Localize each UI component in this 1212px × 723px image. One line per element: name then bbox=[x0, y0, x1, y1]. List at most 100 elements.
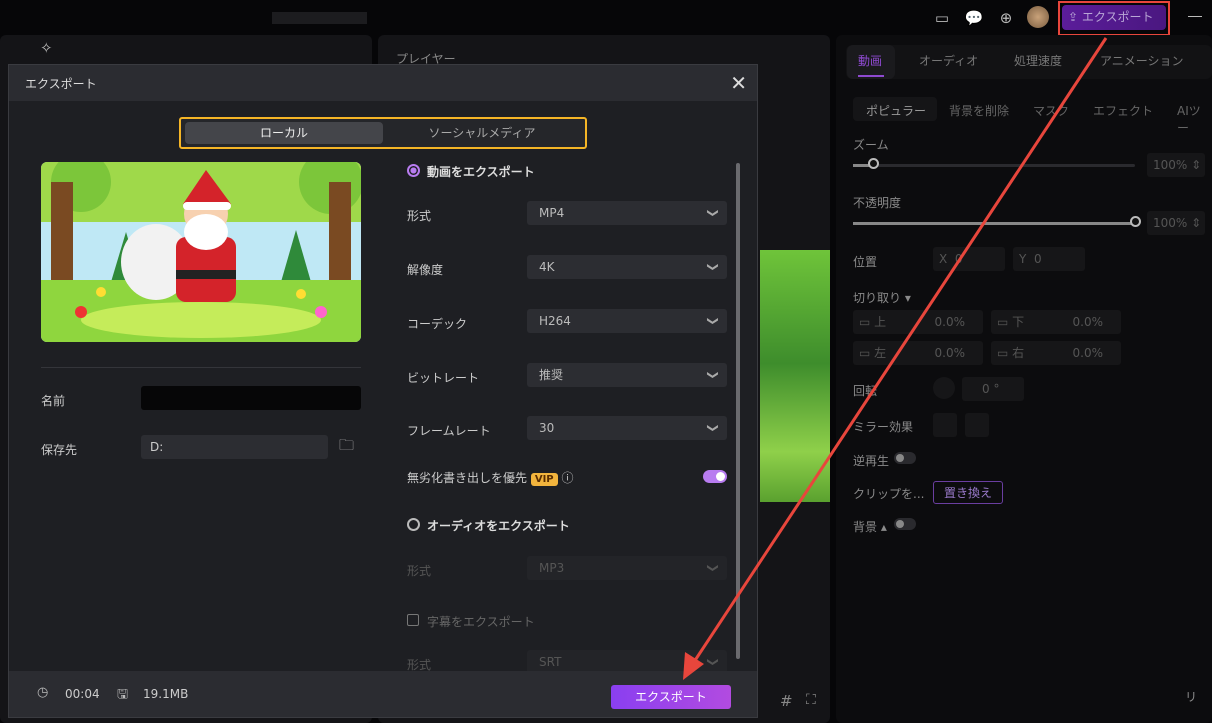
name-input[interactable] bbox=[141, 386, 361, 410]
crop-bottom-input[interactable]: ▭ 下 0.0% bbox=[991, 310, 1121, 334]
annotation-highlight bbox=[1058, 1, 1170, 36]
field-select[interactable]: 30 ❯ bbox=[527, 416, 727, 440]
field-select[interactable]: 4K ❯ bbox=[527, 255, 727, 279]
download-icon[interactable]: ⊕ bbox=[996, 8, 1016, 28]
chevron-down-icon: ❯ bbox=[706, 370, 720, 380]
position-label: 位置 bbox=[853, 255, 878, 269]
background-toggle[interactable] bbox=[894, 518, 916, 530]
subtab-effect[interactable]: エフェクト bbox=[1093, 102, 1153, 119]
clock-icon: ◷ bbox=[37, 685, 49, 700]
mirror-vertical-icon[interactable] bbox=[965, 413, 989, 437]
zoom-slider[interactable] bbox=[853, 164, 1135, 167]
tab-video[interactable]: 動画 bbox=[858, 52, 882, 69]
duration-text: 00:04 bbox=[65, 687, 100, 701]
field-select[interactable]: H264 ❯ bbox=[527, 309, 727, 333]
info-icon[interactable]: ⓘ bbox=[561, 471, 573, 485]
save-location-input[interactable]: D: bbox=[141, 435, 328, 459]
reverse-toggle[interactable] bbox=[894, 452, 916, 464]
subtab-mask[interactable]: マスク bbox=[1033, 102, 1069, 119]
tab-animation[interactable]: アニメーション bbox=[1100, 52, 1184, 69]
dialog-title: エクスポート bbox=[25, 77, 97, 91]
audio-export-label: オーディオをエクスポート bbox=[427, 519, 570, 533]
chevron-down-icon: ❯ bbox=[706, 563, 720, 573]
opacity-label: 不透明度 bbox=[853, 196, 902, 210]
field-label: フレームレート bbox=[407, 424, 491, 438]
video-export-radio[interactable] bbox=[407, 164, 420, 177]
field-label: 解像度 bbox=[407, 263, 444, 277]
subtitle-export-checkbox[interactable] bbox=[407, 614, 419, 626]
zoom-slider-handle[interactable] bbox=[867, 158, 879, 169]
audio-format-label: 形式 bbox=[407, 564, 432, 578]
position-x-input[interactable]: X 0 bbox=[933, 247, 1005, 271]
minimize-icon[interactable] bbox=[1188, 16, 1202, 17]
subtitle-export-label: 字幕をエクスポート bbox=[427, 615, 535, 629]
audio-format-select[interactable]: MP3 ❯ bbox=[527, 556, 727, 580]
chevron-down-icon: ❯ bbox=[706, 423, 720, 433]
subtab-popular[interactable]: ポピュラー bbox=[866, 102, 926, 119]
file-size-icon: 🖫 bbox=[117, 687, 129, 702]
chevron-down-icon: ❯ bbox=[706, 208, 720, 218]
export-button[interactable]: エクスポート bbox=[611, 685, 731, 709]
mirror-label: ミラー効果 bbox=[853, 420, 914, 434]
feedback-icon[interactable]: 💬 bbox=[964, 8, 984, 28]
fullscreen-icon[interactable]: ⛶ bbox=[806, 692, 816, 708]
audio-export-radio[interactable] bbox=[407, 518, 420, 531]
player-preview bbox=[760, 250, 830, 502]
field-select[interactable]: 推奨 ❯ bbox=[527, 363, 727, 387]
name-label: 名前 bbox=[41, 394, 66, 408]
crop-label[interactable]: 切り取り ▾ bbox=[853, 289, 911, 306]
rotate-dial[interactable] bbox=[933, 377, 955, 399]
file-size-text: 19.1MB bbox=[143, 687, 189, 701]
reset-button[interactable]: リ bbox=[1185, 688, 1197, 705]
chevron-down-icon: ❯ bbox=[706, 657, 720, 667]
divider bbox=[41, 367, 361, 368]
zoom-label: ズーム bbox=[853, 138, 889, 152]
field-select[interactable]: MP4 ❯ bbox=[527, 201, 727, 225]
chevron-down-icon: ❯ bbox=[706, 316, 720, 326]
video-thumbnail bbox=[41, 162, 361, 342]
field-label: 形式 bbox=[407, 209, 432, 223]
close-icon[interactable]: ✕ bbox=[730, 71, 747, 95]
tab-audio[interactable]: オーディオ bbox=[919, 52, 978, 69]
subtab-ai-tools[interactable]: AIツー bbox=[1177, 102, 1212, 136]
export-destination-tabs: ローカル ソーシャルメディア bbox=[179, 117, 587, 149]
effects-icon[interactable]: ✧ bbox=[40, 39, 53, 57]
grid-icon[interactable]: # bbox=[780, 692, 793, 710]
export-dialog: エクスポート ✕ ローカル ソーシャルメディア 名前 保存先 D: 🗀 動画をエ… bbox=[8, 64, 758, 718]
opacity-input[interactable]: 100% ⇕ bbox=[1147, 211, 1205, 235]
vip-badge: VIP bbox=[530, 473, 558, 486]
opacity-slider-handle[interactable] bbox=[1130, 216, 1141, 227]
replace-button[interactable]: 置き換え bbox=[933, 481, 1004, 504]
mirror-horizontal-icon[interactable] bbox=[933, 413, 957, 437]
clip-label: クリップを... bbox=[853, 487, 925, 501]
crop-left-input[interactable]: ▭ 左 0.0% bbox=[853, 341, 983, 365]
avatar[interactable] bbox=[1027, 6, 1049, 28]
chevron-down-icon: ❯ bbox=[706, 262, 720, 272]
rotate-label: 回転 bbox=[853, 384, 878, 398]
background-label: 背景 ▴ bbox=[853, 520, 887, 534]
dialog-header: エクスポート ✕ bbox=[9, 65, 757, 101]
video-export-label: 動画をエクスポート bbox=[427, 165, 535, 179]
project-title-redacted bbox=[272, 12, 367, 24]
field-label: ビットレート bbox=[407, 371, 480, 385]
tab-social-media[interactable]: ソーシャルメディア bbox=[383, 122, 581, 144]
reverse-label: 逆再生 bbox=[853, 454, 890, 468]
crop-right-input[interactable]: ▭ 右 0.0% bbox=[991, 341, 1121, 365]
tab-speed[interactable]: 処理速度 bbox=[1014, 52, 1062, 69]
dialog-footer: ◷ 00:04 🖫 19.1MB エクスポート bbox=[9, 671, 757, 717]
opacity-slider[interactable] bbox=[853, 222, 1135, 225]
properties-panel bbox=[836, 35, 1212, 723]
field-label: コーデック bbox=[407, 317, 468, 331]
lossless-toggle[interactable] bbox=[703, 470, 727, 483]
layout-icon[interactable]: ▭ bbox=[932, 8, 952, 28]
scrollbar[interactable] bbox=[736, 163, 740, 659]
save-location-label: 保存先 bbox=[41, 443, 78, 457]
crop-top-input[interactable]: ▭ 上 0.0% bbox=[853, 310, 983, 334]
zoom-input[interactable]: 100% ⇕ bbox=[1147, 153, 1205, 177]
subtab-remove-bg[interactable]: 背景を削除 bbox=[949, 102, 1009, 119]
rotate-input[interactable]: 0 ° bbox=[962, 377, 1024, 401]
lossless-label: 無劣化書き出しを優先 VIP ⓘ bbox=[407, 471, 574, 486]
folder-icon[interactable]: 🗀 bbox=[339, 435, 354, 460]
position-y-input[interactable]: Y 0 bbox=[1013, 247, 1085, 271]
tab-local[interactable]: ローカル bbox=[185, 122, 383, 144]
